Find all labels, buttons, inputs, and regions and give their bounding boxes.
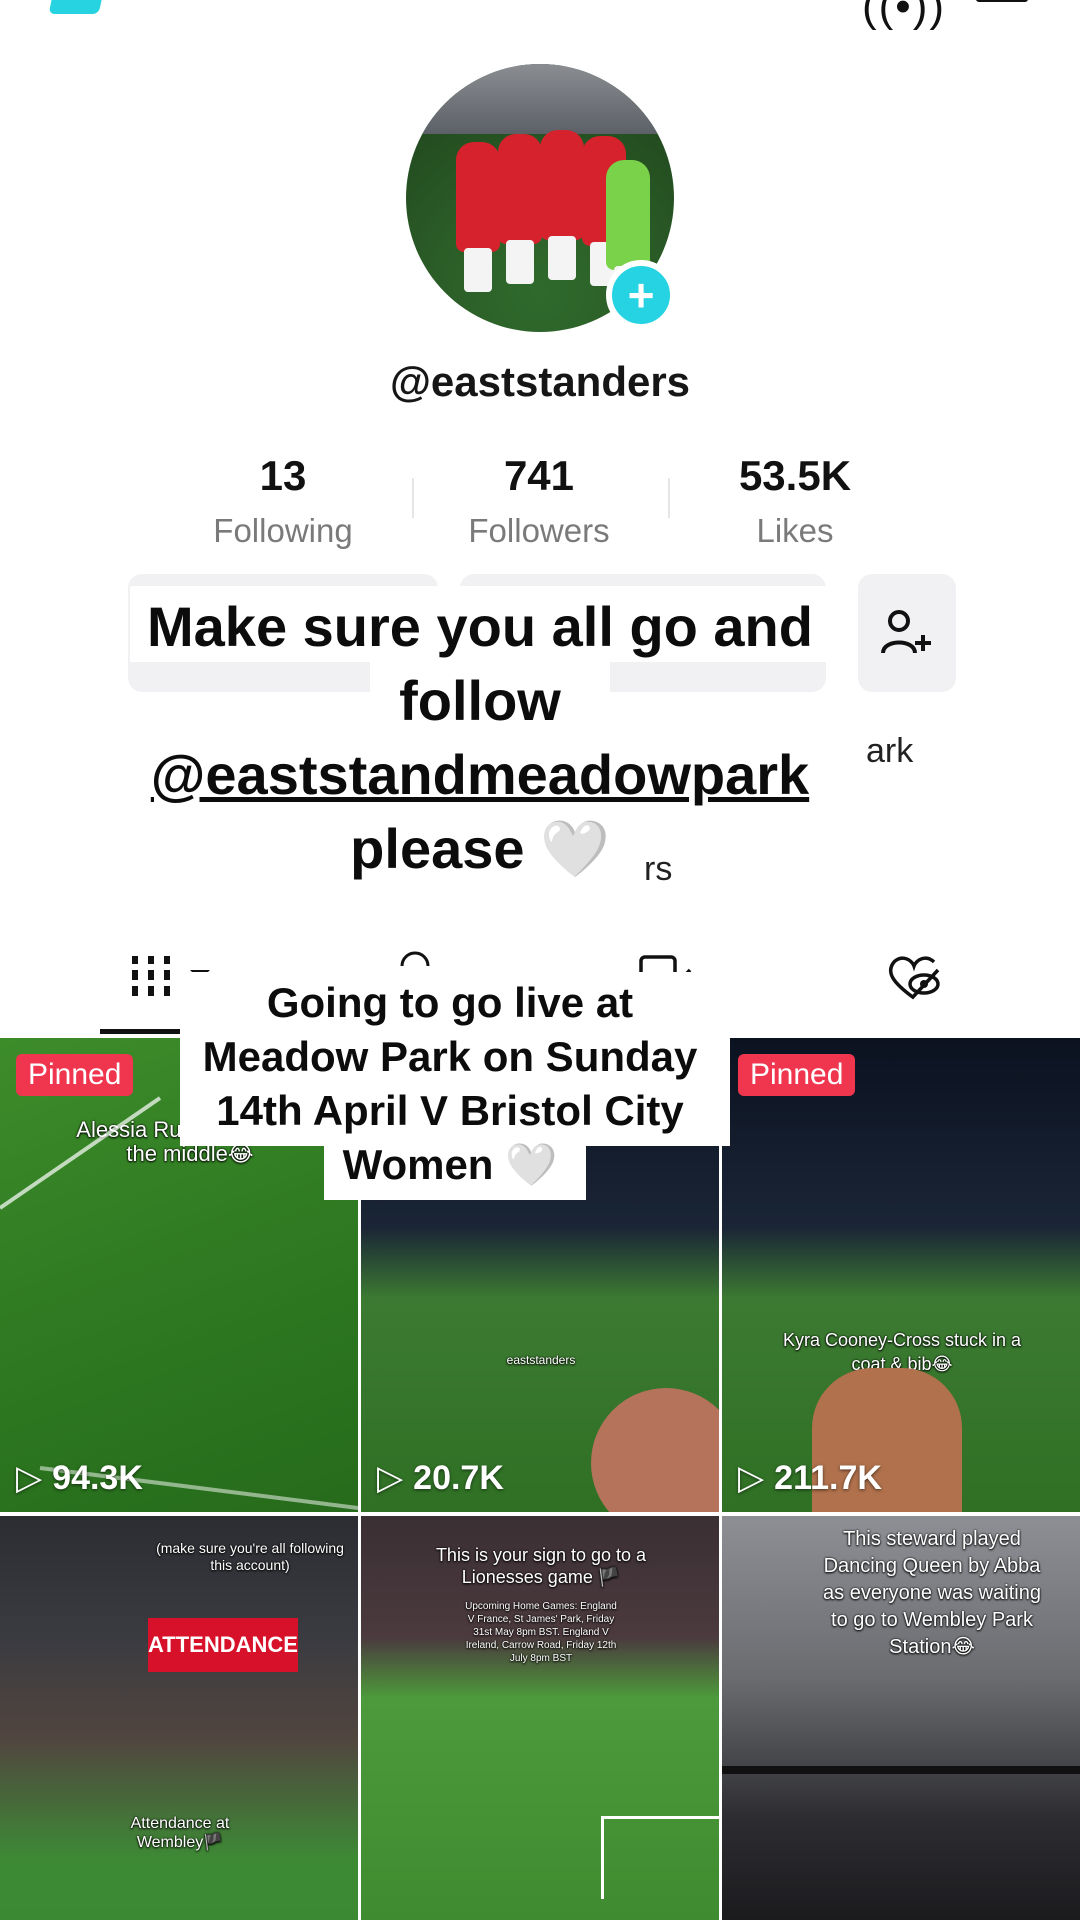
stat-divider: [412, 478, 414, 518]
caption-line: Meadow Park on Sunday: [202, 1033, 698, 1080]
video-caption: eaststanders: [506, 1353, 576, 1367]
caption-mention[interactable]: @eaststandmeadowpark: [120, 738, 840, 812]
app-logo-icon: [48, 0, 106, 14]
caption-line: Women 🤍: [342, 1141, 558, 1188]
live-caption: Going to go live at Meadow Park on Sunda…: [170, 976, 730, 1192]
play-icon: ▷: [738, 1459, 765, 1497]
stat-value: 53.5K: [738, 452, 852, 499]
caption-line: follow: [399, 669, 561, 732]
attendance-banner: ATTENDANCE: [148, 1618, 298, 1672]
view-count: ▷ 211.7K: [738, 1458, 882, 1498]
caption-line: Going to go live at: [266, 979, 634, 1026]
view-count: ▷ 20.7K: [377, 1458, 504, 1498]
stat-divider: [668, 478, 670, 518]
stat-value: 13: [259, 452, 307, 499]
video-caption: This is your sign to go to a Lionesses g…: [435, 1545, 647, 1587]
liked-tab[interactable]: [884, 954, 944, 1009]
view-count: ▷ 94.3K: [16, 1458, 143, 1498]
add-user-icon: [881, 610, 931, 654]
video-caption: This steward played Dancing Queen by Abb…: [823, 1528, 1041, 1658]
video-thumbnail[interactable]: (make sure you're all following this acc…: [0, 1516, 358, 1920]
stat-value: 741: [503, 452, 575, 499]
stat-label: Likes: [756, 512, 834, 549]
stat-followers[interactable]: 741 Followers: [424, 452, 654, 550]
caption-line: 14th April V Bristol City: [216, 1087, 684, 1134]
caption-line: please 🤍: [350, 817, 610, 880]
profile-username: @eaststanders: [389, 358, 691, 405]
follow-plus-icon[interactable]: +: [606, 260, 676, 330]
video-thumbnail[interactable]: This steward played Dancing Queen by Abb…: [722, 1516, 1080, 1920]
video-caption-small: Upcoming Home Games: England V France, S…: [465, 1601, 617, 1664]
caption-line: Make sure you all go and: [147, 595, 813, 658]
video-thumbnail[interactable]: Pinned Kyra Cooney-Cross stuck in a coat…: [722, 1038, 1080, 1512]
reposts-tab[interactable]: [400, 948, 430, 973]
stat-label: Following: [213, 512, 353, 549]
goal-frame: [601, 1816, 719, 1899]
video-caption: (make sure you're all following this acc…: [156, 1540, 344, 1573]
video-thumbnail[interactable]: This is your sign to go to a Lionesses g…: [361, 1516, 719, 1920]
overlay-caption: Make sure you all go and follow @eaststa…: [120, 590, 840, 886]
stat-likes[interactable]: 53.5K Likes: [680, 452, 910, 550]
activity-icon[interactable]: ((•)): [862, 0, 946, 32]
menu-icon[interactable]: [976, 0, 1028, 2]
play-icon: ▷: [16, 1459, 43, 1497]
pinned-badge: Pinned: [738, 1054, 856, 1096]
stat-following[interactable]: 13 Following: [168, 452, 398, 550]
video-caption: Attendance at Wembley🏴: [130, 1815, 230, 1851]
bio-fragment: ark: [866, 732, 914, 770]
repost-icon: [400, 951, 430, 967]
spectator-head: [591, 1388, 719, 1512]
heart-eye-icon: [888, 956, 940, 1000]
add-friend-button[interactable]: [858, 574, 956, 692]
play-icon: ▷: [377, 1459, 404, 1497]
railing: [722, 1766, 1080, 1774]
stat-label: Followers: [468, 512, 610, 549]
